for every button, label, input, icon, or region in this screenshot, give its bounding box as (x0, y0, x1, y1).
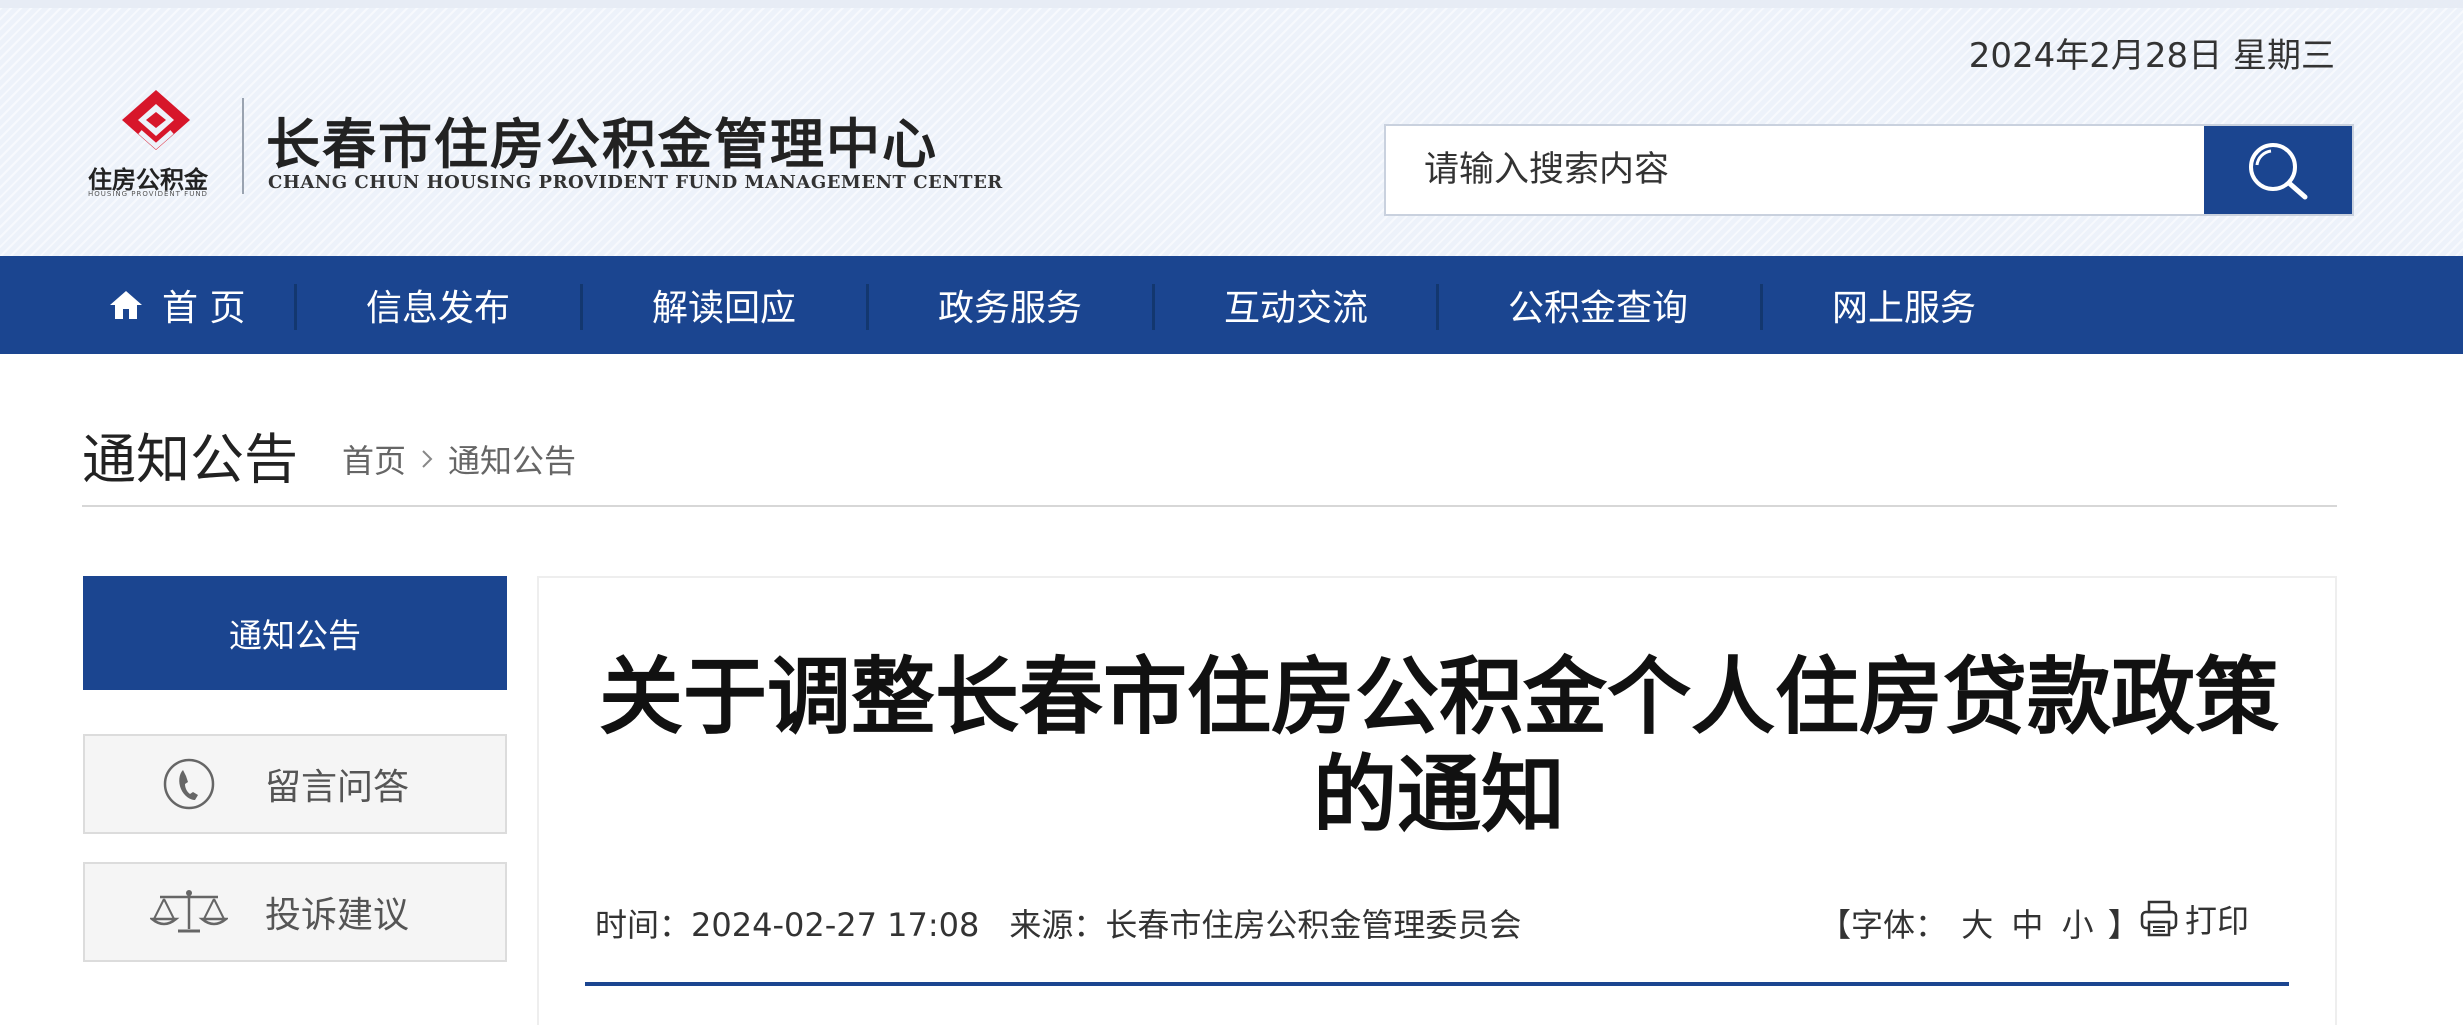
nav-item-label: 公积金查询 (1508, 288, 1689, 329)
font-size-switcher: 【字体： 大 中 小 】 (1819, 900, 2140, 946)
nav-item-label: 政务服务 (938, 288, 1083, 329)
article-source: 长春市住房公积金管理委员会 (1105, 906, 1522, 944)
font-size-small[interactable]: 小 (2062, 906, 2094, 944)
article-meta: 时间：2024-02-27 17:08 来源：长春市住房公积金管理委员会 (595, 900, 1521, 946)
nav-separator (866, 284, 869, 330)
nav-item-fund-query[interactable]: 公积金查询 (1508, 256, 1688, 354)
search-input[interactable] (1386, 126, 2206, 214)
site-header: 2024年2月28日 星期三 住房公积金 HOUSING PROVIDENT F… (0, 0, 2463, 256)
nav-separator (1760, 284, 1763, 330)
nav-item-info[interactable]: 信息发布 (366, 256, 510, 354)
search-icon (2249, 143, 2308, 200)
search-button[interactable] (2204, 126, 2352, 214)
nav-item-online-services[interactable]: 网上服务 (1832, 256, 1976, 354)
breadcrumb-current[interactable]: 通知公告 (448, 436, 576, 482)
nav-separator (580, 284, 583, 330)
sidebar-item-message-qa[interactable]: 留言问答 (83, 734, 507, 834)
sidebar-item-complaints[interactable]: 投诉建议 (83, 862, 507, 962)
nav-separator (294, 284, 297, 330)
nav-item-interpretation[interactable]: 解读回应 (652, 256, 796, 354)
current-date: 2024年2月28日 星期三 (1968, 36, 2335, 76)
sidebar-item-notices[interactable]: 通知公告 (83, 576, 507, 690)
nav-item-label: 首 页 (162, 288, 246, 329)
nav-item-home[interactable]: 首 页 (108, 256, 245, 354)
sidebar-item-label: 留言问答 (265, 767, 410, 808)
nav-item-label: 互动交流 (1224, 288, 1369, 329)
chevron-right-icon (420, 448, 434, 470)
breadcrumb: 首页 通知公告 (342, 436, 576, 482)
sidebar-item-label: 投诉建议 (265, 895, 410, 936)
nav-separator (1436, 284, 1439, 330)
logo-title-cn: 长春市住房公积金管理中心 (266, 112, 938, 176)
font-size-open: 【字体： (1819, 906, 1948, 944)
page-title: 通知公告 (82, 428, 298, 491)
search-bar (1384, 124, 2354, 216)
logo-emblem-icon (122, 90, 190, 150)
breadcrumb-home-link[interactable]: 首页 (342, 436, 406, 482)
scales-icon (149, 882, 229, 942)
main-nav: 首 页 信息发布 解读回应 政务服务 互动交流 公积金查询 网上服务 (0, 256, 2463, 354)
meta-divider (585, 982, 2289, 986)
phone-icon (149, 754, 229, 814)
home-icon (108, 289, 144, 321)
nav-item-label: 解读回应 (652, 288, 797, 329)
site-logo[interactable]: 住房公积金 HOUSING PROVIDENT FUND 长春市住房公积金管理中… (86, 88, 1086, 208)
logo-mark: 住房公积金 HOUSING PROVIDENT FUND (86, 88, 226, 208)
source-label: 来源： (1009, 906, 1106, 944)
print-button[interactable]: 打印 (2139, 896, 2249, 942)
logo-divider (242, 98, 244, 194)
nav-item-interaction[interactable]: 互动交流 (1224, 256, 1368, 354)
print-label: 打印 (2185, 902, 2250, 940)
time-label: 时间： (595, 906, 692, 944)
printer-icon (2140, 900, 2178, 937)
heading-divider (82, 505, 2337, 507)
logo-mark-subtext: HOUSING PROVIDENT FUND (88, 190, 208, 198)
nav-item-label: 信息发布 (366, 288, 511, 329)
font-size-medium[interactable]: 中 (2011, 906, 2043, 944)
nav-item-government-services[interactable]: 政务服务 (938, 256, 1082, 354)
publish-time: 2024-02-27 17:08 (691, 906, 980, 944)
article-title: 关于调整长春市住房公积金个人住房贷款政策的通知 (598, 648, 2279, 844)
nav-item-label: 网上服务 (1832, 288, 1977, 329)
article-panel: 关于调整长春市住房公积金个人住房贷款政策的通知 时间：2024-02-27 17… (537, 576, 2337, 1025)
nav-separator (1152, 284, 1155, 330)
font-size-large[interactable]: 大 (1961, 906, 1993, 944)
logo-title-en: CHANG CHUN HOUSING PROVIDENT FUND MANAGE… (268, 172, 1003, 193)
font-size-close: 】 (2107, 906, 2140, 944)
